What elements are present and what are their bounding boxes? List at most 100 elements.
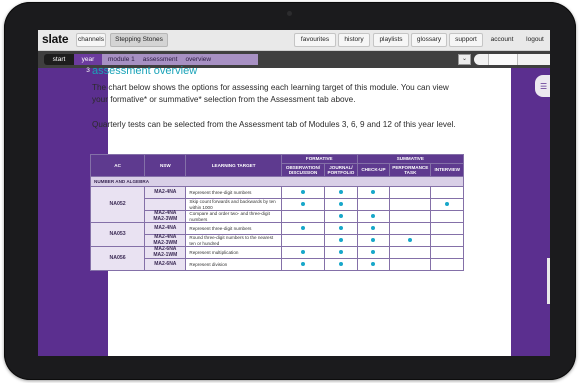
breadcrumb-start[interactable]: start bbox=[44, 54, 74, 65]
selected-dot-icon bbox=[338, 225, 343, 230]
table-row: MA2-4NA MA2-3WM Round three-digit numbers … bbox=[91, 234, 464, 247]
right-margin bbox=[511, 68, 550, 356]
header-observation: OBSERVATION/ DISCUSSION bbox=[280, 163, 326, 177]
chevron-down-icon[interactable]: ⌄ bbox=[458, 54, 471, 65]
assessment-cell bbox=[430, 210, 464, 223]
ac-code: NA056 bbox=[89, 246, 146, 271]
assessment-cell bbox=[389, 222, 432, 235]
learning-target: Represent three-digit numbers bbox=[185, 186, 282, 199]
assessment-cell bbox=[356, 222, 391, 235]
header-nsw: NSW bbox=[144, 154, 187, 177]
nsw-code: MA2-4NA bbox=[144, 186, 187, 199]
nav-history[interactable]: history bbox=[338, 33, 370, 47]
intro-paragraph: The chart below shows the options for as… bbox=[92, 83, 449, 104]
selected-dot-icon bbox=[338, 201, 343, 206]
selected-dot-icon bbox=[371, 249, 376, 254]
assessment-cell bbox=[389, 234, 432, 247]
nav-glossary[interactable]: glossary bbox=[411, 33, 447, 47]
learning-target: Compare and order two- and three-digit n… bbox=[185, 210, 282, 223]
header-checkup: CHECK-UP bbox=[356, 163, 391, 177]
table-row: NA052 MA2-4NA Represent three-digit number… bbox=[89, 186, 464, 223]
header-interview: INTERVIEW bbox=[430, 163, 464, 177]
assessment-cell bbox=[356, 210, 391, 223]
breadcrumb-module[interactable]: module 1 bbox=[108, 56, 135, 63]
nav-account[interactable]: account bbox=[487, 33, 517, 47]
table-row: MA2-6NA Represent division bbox=[91, 258, 464, 271]
selected-dot-icon bbox=[371, 213, 376, 218]
table-row: NA053 MA2-4NA Represent three-digit number… bbox=[89, 222, 464, 247]
selected-dot-icon bbox=[371, 189, 376, 194]
header-ac: AC bbox=[89, 154, 146, 177]
learning-target: Represent division bbox=[185, 258, 282, 271]
header-summative: SUMMATIVE bbox=[356, 154, 465, 164]
assessment-cell bbox=[280, 234, 326, 247]
assessment-cell bbox=[324, 198, 358, 211]
assessment-cell bbox=[356, 246, 391, 259]
assessment-cell bbox=[324, 186, 358, 199]
selected-dot-icon bbox=[338, 213, 343, 218]
table-row: MA2-4NA MA2-3WM Compare and order two- and… bbox=[91, 210, 464, 223]
page-slider-thumb[interactable] bbox=[488, 54, 518, 65]
assessment-cell bbox=[280, 246, 326, 259]
selected-dot-icon bbox=[408, 237, 413, 242]
selected-dot-icon bbox=[371, 261, 376, 266]
assessment-cell bbox=[324, 246, 358, 259]
assessment-cell bbox=[430, 186, 464, 199]
assessment-cell bbox=[389, 258, 432, 271]
assessment-cell bbox=[280, 198, 326, 211]
selected-dot-icon bbox=[300, 249, 305, 254]
learning-target: Represent three-digit numbers bbox=[185, 222, 282, 235]
learning-target: Represent multiplication bbox=[185, 246, 282, 259]
assessment-cell bbox=[430, 198, 464, 211]
selected-dot-icon bbox=[338, 189, 343, 194]
nav-playlists[interactable]: playlists bbox=[373, 33, 409, 47]
tab-channels[interactable]: channels bbox=[76, 33, 106, 47]
assessment-cell bbox=[356, 186, 391, 199]
section-number-algebra: NUMBER AND ALGEBRA bbox=[90, 176, 464, 187]
ac-code: NA052 bbox=[89, 186, 146, 223]
assessment-cell bbox=[430, 246, 464, 259]
assessment-cell bbox=[280, 210, 326, 223]
selected-dot-icon bbox=[338, 237, 343, 242]
selected-dot-icon bbox=[300, 261, 305, 266]
breadcrumb-assessment[interactable]: assessment bbox=[143, 56, 178, 63]
layers-icon[interactable]: ☰ bbox=[540, 82, 547, 91]
nsw-code: MA2-6NA MA2-1WM bbox=[144, 246, 187, 259]
assessment-cell bbox=[324, 210, 358, 223]
assessment-table: AC NSW LEARNING TARGET FORMATIVE SUMMATI… bbox=[89, 154, 465, 271]
selected-dot-icon bbox=[300, 189, 305, 194]
page-title: assessment overview bbox=[92, 65, 198, 77]
table-row: Skip count forwards and backwards by ten… bbox=[91, 198, 464, 211]
assessment-cell bbox=[430, 258, 464, 271]
side-toolbar[interactable] bbox=[547, 258, 550, 304]
nsw-code bbox=[144, 198, 187, 211]
header-formative: FORMATIVE bbox=[280, 154, 358, 164]
camera bbox=[287, 11, 292, 16]
nav-support[interactable]: support bbox=[449, 33, 483, 47]
assessment-cell bbox=[324, 234, 358, 247]
assessment-cell bbox=[280, 222, 326, 235]
nsw-code: MA2-6NA bbox=[144, 258, 187, 271]
tab-stepping-stones[interactable]: Stepping Stones bbox=[110, 33, 168, 47]
assessment-cell bbox=[430, 234, 464, 247]
header-learning-target: LEARNING TARGET bbox=[185, 154, 282, 177]
app-logo[interactable]: slate bbox=[42, 32, 69, 46]
assessment-cell bbox=[389, 246, 432, 259]
selected-dot-icon bbox=[371, 237, 376, 242]
assessment-cell bbox=[389, 210, 432, 223]
header-performance: PERFORMANCE TASK bbox=[389, 163, 432, 177]
assessment-cell bbox=[324, 258, 358, 271]
top-navigation: slate channels Stepping Stones favourite… bbox=[38, 30, 550, 51]
assessment-cell bbox=[356, 234, 391, 247]
selected-dot-icon bbox=[371, 225, 376, 230]
breadcrumb-year[interactable]: year 3 bbox=[74, 54, 102, 74]
assessment-cell bbox=[356, 198, 391, 211]
selected-dot-icon bbox=[300, 225, 305, 230]
ac-code: NA053 bbox=[89, 222, 146, 247]
nav-logout[interactable]: logout bbox=[522, 33, 548, 47]
nav-favourites[interactable]: favourites bbox=[294, 33, 336, 47]
nsw-code: MA2-4NA bbox=[144, 222, 187, 235]
quarterly-paragraph: Quarterly tests can be selected from the… bbox=[92, 120, 456, 129]
breadcrumb-trail: module 1 assessment overview bbox=[102, 54, 258, 65]
breadcrumb-overview[interactable]: overview bbox=[185, 56, 211, 63]
